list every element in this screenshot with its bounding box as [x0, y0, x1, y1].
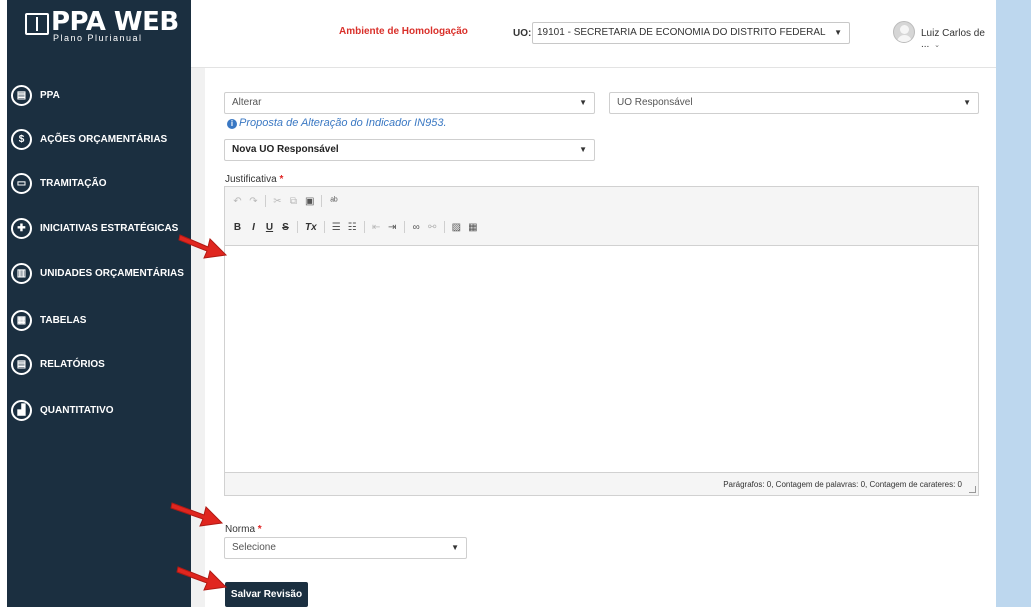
image-icon[interactable]: ▨: [452, 222, 461, 233]
sidebar-item-relatorios[interactable]: ▤ RELATÓRIOS: [7, 349, 191, 379]
sidebar-item-label: PPA: [40, 89, 60, 101]
app-logo[interactable]: PPA WEB Plano Plurianual: [7, 0, 191, 73]
chevron-down-icon: ⌄: [934, 42, 940, 49]
spellcheck-icon[interactable]: ᵃᵇ: [329, 196, 338, 207]
sidebar-item-label: TABELAS: [40, 314, 87, 326]
logo-subtitle: Plano Plurianual: [53, 33, 143, 43]
norma-select-value: Selecione: [232, 542, 276, 553]
strikethrough-icon[interactable]: S: [281, 222, 290, 233]
annotation-arrow-icon: [170, 502, 224, 527]
sidebar-item-tabelas[interactable]: ▦ TABELAS: [7, 305, 191, 335]
justification-label: Justificativa *: [225, 174, 283, 185]
table-icon[interactable]: ▦: [468, 222, 477, 233]
uo-select[interactable]: 19101 - SECRETARIA DE ECONOMIA DO DISTRI…: [532, 22, 850, 44]
sidebar-item-label: QUANTITATIVO: [40, 404, 114, 416]
norma-label: Norma *: [225, 524, 262, 535]
outdent-icon[interactable]: ⇤: [372, 222, 381, 233]
redo-icon[interactable]: ↷: [249, 196, 258, 207]
undo-icon[interactable]: ↶: [233, 196, 242, 207]
bulleted-list-icon[interactable]: ☷: [348, 222, 357, 233]
sidebar-item-unidades-orcamentarias[interactable]: ▥ UNIDADES ORÇAMENTÁRIAS: [7, 258, 191, 288]
sidebar-item-label: INICIATIVAS ESTRATÉGICAS: [40, 222, 179, 234]
info-message: i Proposta de Alteração do Indicador IN95…: [227, 117, 447, 129]
caret-down-icon: ▼: [579, 98, 587, 107]
unlink-icon[interactable]: ⚯: [428, 222, 437, 233]
norma-select[interactable]: Selecione ▼: [224, 537, 467, 559]
new-uo-select-value: Nova UO Responsável: [232, 144, 339, 155]
caret-down-icon: ▼: [579, 145, 587, 154]
annotation-arrow-icon: [176, 566, 228, 591]
link-icon[interactable]: ∞: [412, 222, 421, 233]
avatar[interactable]: [893, 21, 915, 43]
editor-word-counter: Parágrafos: 0, Contagem de palavras: 0, …: [723, 480, 962, 489]
underline-icon[interactable]: U: [265, 222, 274, 233]
paste-icon[interactable]: ▣: [305, 196, 314, 207]
cut-icon[interactable]: ✂: [273, 196, 282, 207]
dollar-icon: $: [11, 128, 32, 150]
responsible-uo-select[interactable]: UO Responsável ▼: [609, 92, 979, 114]
sidebar-item-label: AÇÕES ORÇAMENTÁRIAS: [40, 133, 168, 145]
info-icon: i: [227, 119, 237, 129]
info-text: Proposta de Alteração do Indicador IN953…: [239, 117, 447, 129]
sidebar-item-label: UNIDADES ORÇAMENTÁRIAS: [40, 267, 184, 279]
caret-down-icon: ▼: [963, 98, 971, 107]
toolbar-separator: [321, 195, 323, 207]
environment-label: Ambiente de Homologação: [339, 26, 468, 37]
required-mark: *: [279, 174, 284, 185]
action-select[interactable]: Alterar ▼: [224, 92, 595, 114]
user-menu[interactable]: Luiz Carlos de ... ⌄: [921, 28, 996, 50]
caret-down-icon: ▼: [451, 543, 459, 552]
numbered-list-icon[interactable]: ☰: [332, 222, 341, 233]
user-name: Luiz Carlos de ...: [921, 28, 985, 50]
remove-format-icon[interactable]: Tx: [305, 222, 317, 233]
annotation-arrow-icon: [178, 234, 228, 259]
responsible-uo-select-value: UO Responsável: [617, 97, 693, 108]
sidebar-item-iniciativas-estrategicas[interactable]: ✚ INICIATIVAS ESTRATÉGICAS: [7, 213, 191, 243]
toolbar-separator: [297, 221, 298, 233]
caret-down-icon: ▼: [834, 28, 842, 37]
justification-label-text: Justificativa: [225, 174, 277, 185]
uo-label: UO:: [513, 28, 532, 39]
puzzle-icon: ✚: [11, 217, 32, 239]
italic-icon[interactable]: I: [249, 222, 258, 233]
action-select-value: Alterar: [232, 97, 262, 108]
sidebar-item-label: RELATÓRIOS: [40, 358, 105, 370]
bar-chart-icon: ▟: [11, 399, 32, 421]
table-icon: ▦: [11, 309, 32, 331]
justification-editor: ↶ ↷ ✂ ⧉ ▣ ᵃᵇ B I U S Tx ☰ ☷ ⇤ ⇥ ∞ ⚯ ▨ ▦ …: [224, 186, 979, 496]
toolbar-separator: [265, 195, 266, 207]
sidebar-item-acoes-orcamentarias[interactable]: $ AÇÕES ORÇAMENTÁRIAS: [7, 124, 191, 154]
copy-icon[interactable]: ⧉: [289, 196, 298, 207]
left-gutter: [0, 0, 7, 607]
book-icon: ▤: [11, 84, 32, 106]
uo-select-value: 19101 - SECRETARIA DE ECONOMIA DO DISTRI…: [537, 27, 826, 38]
book-logo-icon: [25, 13, 49, 35]
bold-icon[interactable]: B: [233, 222, 242, 233]
editor-text-area[interactable]: [225, 245, 978, 473]
toolbar-separator: [443, 221, 445, 233]
right-background-band: [996, 0, 1031, 607]
sidebar-item-tramitacao[interactable]: ▭ TRAMITAÇÃO: [7, 168, 191, 198]
report-icon: ▤: [11, 353, 32, 375]
save-revision-button[interactable]: Salvar Revisão: [225, 582, 308, 607]
norma-label-text: Norma: [225, 524, 256, 535]
sidebar-item-quantitativo[interactable]: ▟ QUANTITATIVO: [7, 395, 191, 425]
editor-toolbar-row-1: ↶ ↷ ✂ ⧉ ▣ ᵃᵇ: [233, 195, 338, 207]
sidebar: PPA WEB Plano Plurianual ▤ PPA $ AÇÕES O…: [7, 0, 191, 607]
toolbar-separator: [363, 221, 365, 233]
new-uo-select[interactable]: Nova UO Responsável ▼: [224, 139, 595, 161]
toolbar-separator: [403, 221, 405, 233]
indent-icon[interactable]: ⇥: [388, 222, 397, 233]
inbox-icon: ▭: [11, 172, 32, 194]
top-bar: Ambiente de Homologação UO: 19101 - SECR…: [191, 0, 996, 68]
resize-handle-icon[interactable]: [969, 486, 976, 493]
editor-toolbar-row-2: B I U S Tx ☰ ☷ ⇤ ⇥ ∞ ⚯ ▨ ▦: [233, 221, 478, 233]
toolbar-separator: [323, 221, 325, 233]
required-mark: *: [257, 524, 262, 535]
bank-icon: ▥: [11, 262, 32, 284]
sidebar-item-label: TRAMITAÇÃO: [40, 177, 107, 189]
sidebar-item-ppa[interactable]: ▤ PPA: [7, 80, 191, 110]
